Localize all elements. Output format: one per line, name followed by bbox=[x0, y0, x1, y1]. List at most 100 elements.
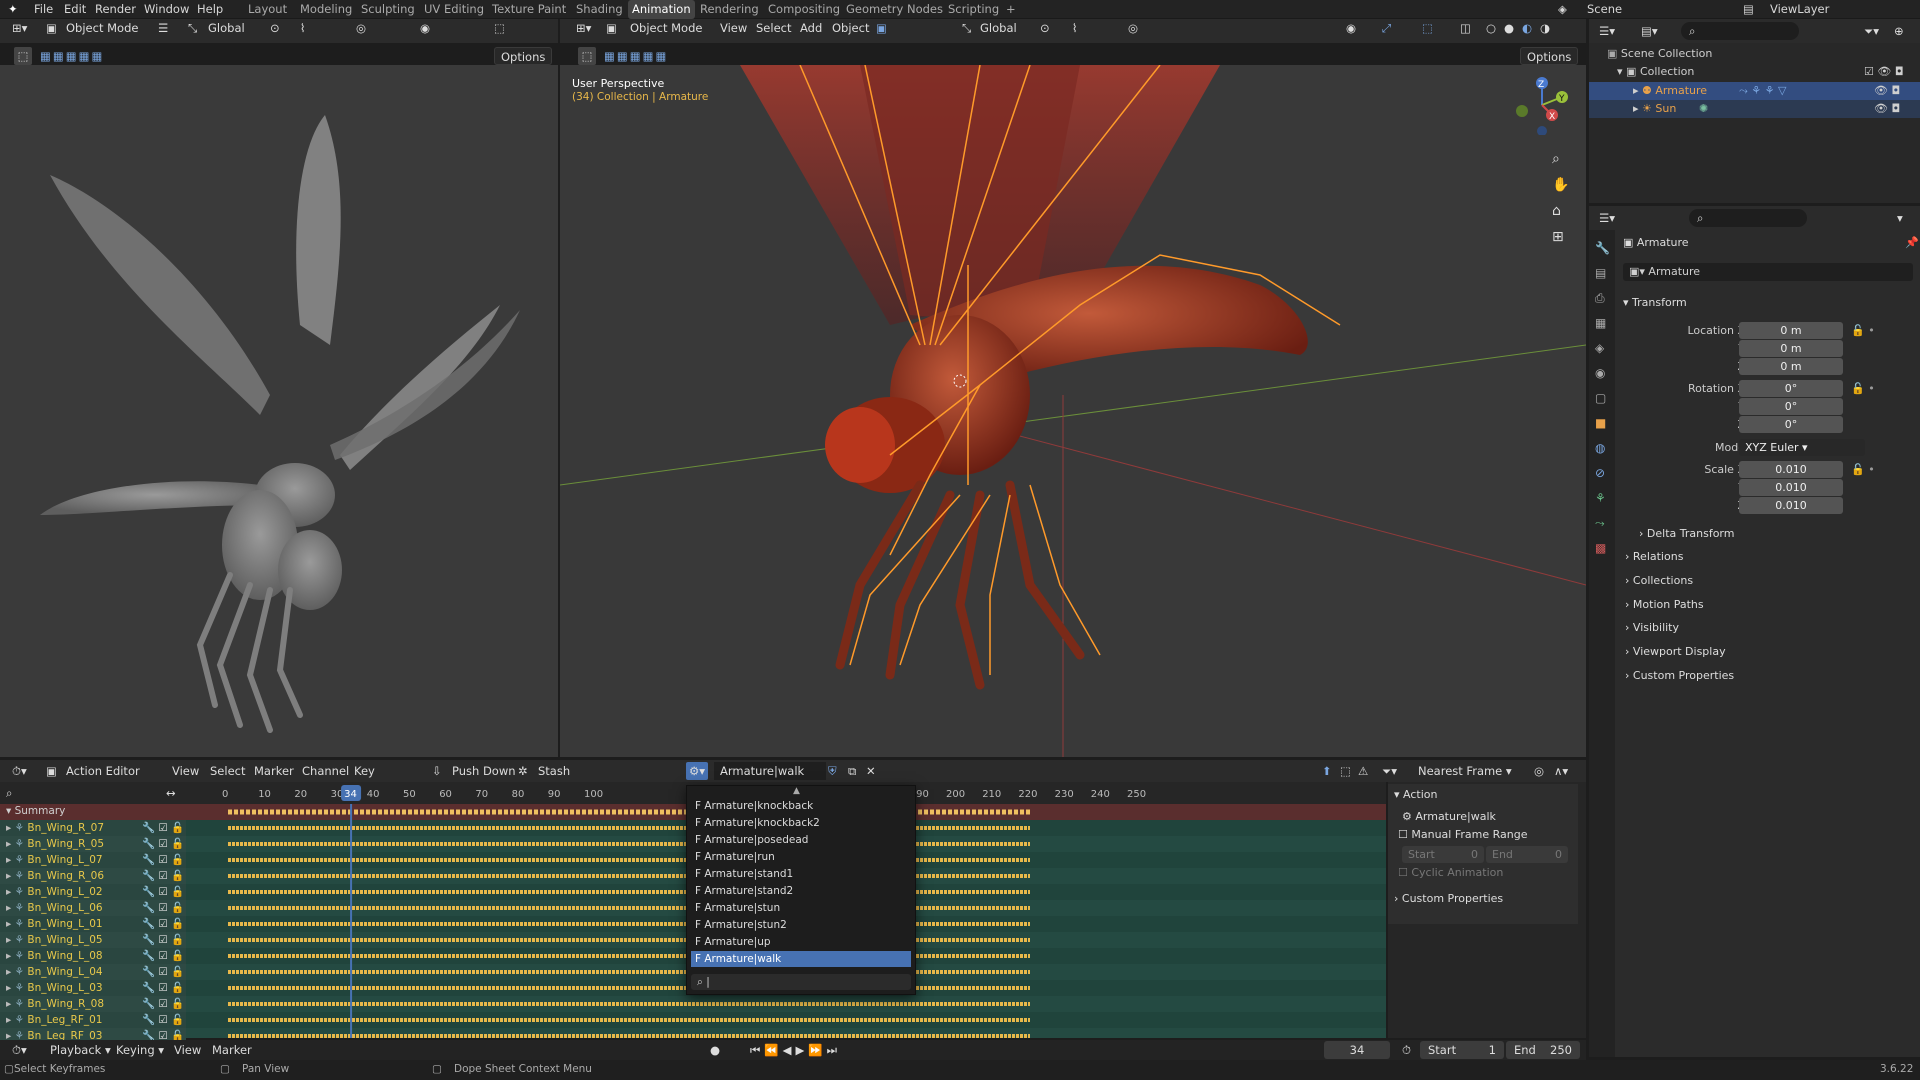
timeline-marker-menu[interactable]: Marker bbox=[212, 1041, 252, 1059]
add-workspace-icon[interactable]: + bbox=[1002, 0, 1020, 19]
action-search-input[interactable]: ⌕ | bbox=[691, 974, 911, 990]
show-hidden-icon[interactable]: ⬚ bbox=[1340, 762, 1351, 780]
menu-render[interactable]: Render bbox=[95, 2, 136, 16]
left-mode-dropdown[interactable]: Object Mode bbox=[66, 19, 138, 37]
main-transform-dropdown[interactable]: Global bbox=[980, 19, 1017, 37]
scene-icon[interactable]: ◈ bbox=[1558, 2, 1567, 16]
action-list-item[interactable]: F Armature|up bbox=[691, 934, 911, 950]
location-lock-icons[interactable]: 🔓 • bbox=[1851, 324, 1875, 337]
menu-file[interactable]: File bbox=[34, 2, 53, 16]
rotation-lock-icons[interactable]: 🔓 • bbox=[1851, 382, 1875, 395]
select-mode-icons[interactable]: ▦▦▦▦▦ bbox=[40, 47, 104, 65]
action-custom-props-section[interactable]: › Custom Properties bbox=[1394, 892, 1503, 905]
texture-tab-icon[interactable]: ▩ bbox=[1595, 536, 1609, 561]
viewlayer-icon[interactable]: ▤ bbox=[1743, 2, 1754, 16]
keying-menu[interactable]: Keying ▾ bbox=[116, 1041, 164, 1059]
expand-icon[interactable]: ▸ bbox=[6, 950, 11, 962]
channel-search-icon[interactable]: ⌕ bbox=[6, 784, 12, 802]
shading-rendered-icon[interactable]: ◑ bbox=[1540, 19, 1550, 37]
duplicate-action-icon[interactable]: ⧉ bbox=[848, 762, 856, 780]
channel-row[interactable]: ▸ ⚘ Bn_Wing_R_08 🔧 ☑ 🔓 bbox=[0, 996, 186, 1012]
collection-checkbox-icon[interactable]: ☑ 👁 ◘ bbox=[1864, 65, 1904, 78]
main-mode-dropdown[interactable]: Object Mode bbox=[630, 19, 702, 37]
channel-row[interactable]: ▸ ⚘ Bn_Wing_L_02 🔧 ☑ 🔓 bbox=[0, 884, 186, 900]
tool-tab-icon[interactable]: 🔧 bbox=[1595, 236, 1610, 261]
expand-icon[interactable]: ▸ bbox=[6, 854, 11, 866]
menu-select[interactable]: Select bbox=[756, 19, 791, 37]
tab-scripting[interactable]: Scripting bbox=[944, 0, 1003, 19]
expand-icon[interactable]: ▸ bbox=[6, 838, 11, 850]
scene-tab-icon[interactable]: ◈ bbox=[1595, 336, 1609, 361]
channel-controls-icons[interactable]: 🔧 ☑ 🔓 bbox=[142, 820, 184, 836]
manual-range-checkbox[interactable]: ☐ Manual Frame Range bbox=[1398, 828, 1527, 841]
cyclic-checkbox[interactable]: ☐ Cyclic Animation bbox=[1398, 866, 1503, 879]
snap-dropdown[interactable]: Nearest Frame ▾ bbox=[1418, 762, 1512, 780]
tab-texture-paint[interactable]: Texture Paint bbox=[488, 0, 570, 19]
rotation-z-field[interactable]: 0° bbox=[1739, 416, 1843, 433]
proportional-icon-main[interactable]: ◎ bbox=[1128, 19, 1138, 37]
playback-controls[interactable]: ⏮⏪◀▶⏩⏭ bbox=[750, 1041, 841, 1059]
render-tab-icon[interactable]: ▤ bbox=[1595, 261, 1609, 286]
action-list-item[interactable]: F Armature|run bbox=[691, 849, 911, 865]
channel-controls-icons[interactable]: 🔧 ☑ 🔓 bbox=[142, 836, 184, 852]
menu-edit[interactable]: Edit bbox=[64, 2, 86, 16]
transform-section[interactable]: ▾ Transform bbox=[1623, 296, 1687, 309]
end-frame-field[interactable]: End 250 bbox=[1506, 1041, 1580, 1059]
object-name-field[interactable]: ▣▾ Armature bbox=[1623, 263, 1913, 281]
armature-data-tab-icon[interactable]: ⚘ bbox=[1595, 486, 1609, 511]
sync-icon[interactable]: ▣ bbox=[876, 19, 887, 37]
hamburger-icon[interactable]: ☰ bbox=[158, 19, 168, 37]
channel-controls-icons[interactable]: 🔧 ☑ 🔓 bbox=[142, 884, 184, 900]
scale-x-field[interactable]: 0.010 bbox=[1739, 461, 1843, 478]
viewlayer-name[interactable]: ViewLayer bbox=[1770, 2, 1829, 16]
channel-row[interactable]: ▸ ⚘ Bn_Wing_L_05 🔧 ☑ 🔓 bbox=[0, 932, 186, 948]
expand-icon[interactable]: ▸ bbox=[6, 822, 11, 834]
channel-row[interactable]: ▸ ⚘ Bn_Leg_RF_01 🔧 ☑ 🔓 bbox=[0, 1012, 186, 1028]
action-browse-icon[interactable]: ⚙▾ bbox=[686, 762, 709, 780]
scene-collection-row[interactable]: ▣ Scene Collection bbox=[1607, 47, 1712, 60]
action-list-item[interactable]: F Armature|knockback2 bbox=[691, 815, 911, 831]
warning-filter-icon[interactable]: ⚠ bbox=[1358, 762, 1368, 780]
custom-properties-section[interactable]: › Custom Properties bbox=[1625, 669, 1734, 682]
channel-row[interactable]: ▸ ⚘ Bn_Wing_L_01 🔧 ☑ 🔓 bbox=[0, 916, 186, 932]
current-frame-field[interactable]: 34 bbox=[1324, 1041, 1390, 1059]
menu-help[interactable]: Help bbox=[197, 2, 223, 16]
tab-animation[interactable]: Animation bbox=[628, 0, 695, 19]
channel-row[interactable]: ▸ ⚘ Bn_Wing_R_06 🔧 ☑ 🔓 bbox=[0, 868, 186, 884]
expand-icon[interactable]: ▸ bbox=[6, 934, 11, 946]
properties-editor-icon[interactable]: ☰▾ bbox=[1599, 209, 1615, 227]
timeline-view-menu[interactable]: View bbox=[174, 1041, 201, 1059]
channel-controls-icons[interactable]: 🔧 ☑ 🔓 bbox=[142, 996, 184, 1012]
visibility-icon[interactable]: ◉ bbox=[420, 19, 430, 37]
channel-controls-icons[interactable]: 🔧 ☑ 🔓 bbox=[142, 964, 184, 980]
filter-icon-dope[interactable]: ⏷▾ bbox=[1382, 762, 1397, 780]
pivot-icon-main[interactable]: ⊙ bbox=[1040, 19, 1050, 37]
zoom-icon[interactable]: ⌕ bbox=[1552, 151, 1560, 167]
dope-menu-view[interactable]: View bbox=[172, 762, 199, 780]
channel-controls-icons[interactable]: 🔧 ☑ 🔓 bbox=[142, 1012, 184, 1028]
record-icon[interactable]: ● bbox=[710, 1041, 720, 1059]
gizmo-icon[interactable]: ⤢ bbox=[1382, 19, 1391, 37]
select-mode-icons-main[interactable]: ▦▦▦▦▦ bbox=[604, 47, 668, 65]
main-options-button[interactable]: Options bbox=[1520, 47, 1579, 65]
select-tool-icon[interactable]: ⬚ bbox=[14, 47, 32, 65]
sun-visibility-icon[interactable]: 👁 ◘ bbox=[1874, 102, 1900, 115]
physics-tab-icon[interactable]: ◍ bbox=[1595, 436, 1609, 461]
new-collection-icon[interactable]: ⊕ bbox=[1894, 22, 1904, 40]
shading-wireframe-icon[interactable]: ○ bbox=[1486, 19, 1496, 37]
menu-view[interactable]: View bbox=[720, 19, 747, 37]
outliner-editor-icon[interactable]: ☰▾ bbox=[1599, 22, 1615, 40]
outliner-item-sun[interactable]: ▸ ☀ Sun ✺ 👁 ◘ bbox=[1589, 100, 1920, 118]
properties-options-icon[interactable]: ▾ bbox=[1897, 209, 1903, 227]
shading-solid-icon[interactable]: ● bbox=[1504, 19, 1514, 37]
scale-y-field[interactable]: 0.010 bbox=[1739, 479, 1843, 496]
expand-icon[interactable]: ▸ bbox=[6, 918, 11, 930]
channel-controls-icons[interactable]: 🔧 ☑ 🔓 bbox=[142, 916, 184, 932]
location-x-field[interactable]: 0 m bbox=[1739, 322, 1843, 339]
expand-icon[interactable]: ▸ bbox=[6, 982, 11, 994]
location-z-field[interactable]: 0 m bbox=[1739, 358, 1843, 375]
display-mode-icon[interactable]: ▤▾ bbox=[1641, 22, 1658, 40]
viewport-display-section[interactable]: › Viewport Display bbox=[1625, 645, 1726, 658]
visibility-section[interactable]: › Visibility bbox=[1625, 621, 1679, 634]
tab-geometry-nodes[interactable]: Geometry Nodes bbox=[842, 0, 947, 19]
